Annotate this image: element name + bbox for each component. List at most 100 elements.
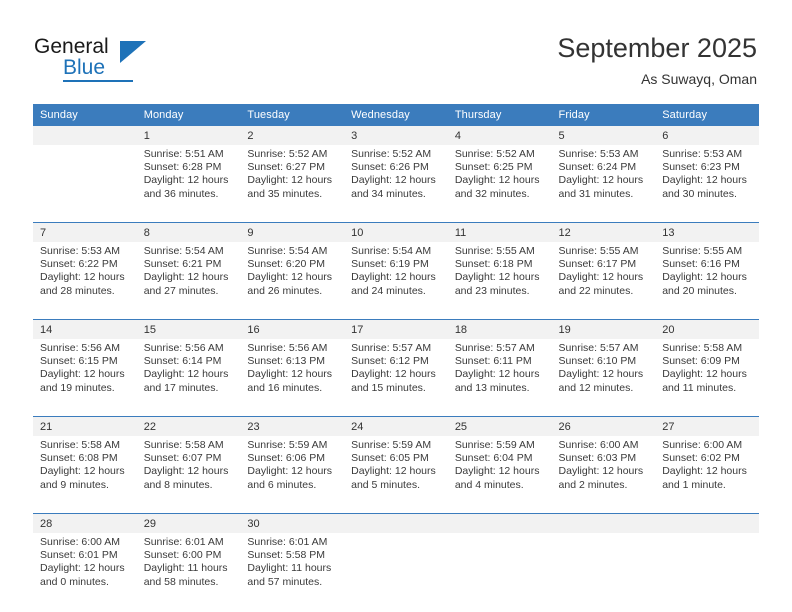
day-sunset-text: Sunset: 6:09 PM [662,355,740,368]
day-daylight-text: and 31 minutes. [558,187,634,200]
day-cell[interactable]: Sunrise: 6:00 AM Sunset: 6:03 PM Daylight:… [551,436,656,514]
day-cell[interactable]: Sunrise: 6:00 AM Sunset: 6:01 PM Daylight:… [33,533,137,610]
day-number[interactable]: 24 [344,416,448,436]
day-cell[interactable]: Sunrise: 5:59 AM Sunset: 6:04 PM Daylight:… [447,436,552,514]
day-cell[interactable]: Sunrise: 5:58 AM Sunset: 6:08 PM Daylight:… [33,436,137,514]
day-cell[interactable]: Sunrise: 5:52 AM Sunset: 6:27 PM Daylight:… [240,145,345,223]
day-daylight-text: Daylight: 12 hours [454,271,540,284]
day-number[interactable]: 7 [33,222,137,242]
day-sunrise-text: Sunrise: 5:52 AM [247,148,328,160]
day-number[interactable]: 25 [447,416,552,436]
page-title: September 2025 [557,33,757,63]
weekday-header-tuesday: Tuesday [240,104,345,126]
day-cell-empty [33,145,137,223]
day-number[interactable]: 28 [33,513,137,533]
day-sunset-text: Sunset: 6:25 PM [454,161,533,174]
week-number-row: 28 29 30 [33,513,759,533]
day-number[interactable]: 14 [33,319,137,339]
day-number[interactable]: 6 [655,126,759,145]
day-cell[interactable]: Sunrise: 5:57 AM Sunset: 6:12 PM Daylight:… [344,339,448,417]
day-number[interactable]: 9 [240,222,345,242]
day-daylight-text: Daylight: 12 hours [247,368,333,381]
day-cell[interactable]: Sunrise: 6:01 AM Sunset: 6:00 PM Daylight:… [136,533,241,610]
day-sunrise-text: Sunrise: 6:01 AM [143,536,224,548]
day-number[interactable]: 22 [136,416,241,436]
day-cell[interactable]: Sunrise: 5:54 AM Sunset: 6:19 PM Daylight:… [344,242,448,320]
day-sunrise-text: Sunrise: 5:59 AM [351,439,432,451]
day-number[interactable]: 8 [136,222,241,242]
day-sunset-text: Sunset: 6:12 PM [351,355,429,368]
day-number[interactable]: 15 [136,319,241,339]
day-cell[interactable]: Sunrise: 5:53 AM Sunset: 6:23 PM Daylight:… [655,145,759,223]
day-cell[interactable]: Sunrise: 5:55 AM Sunset: 6:17 PM Daylight:… [551,242,656,320]
day-number-empty [551,513,656,533]
day-number[interactable]: 1 [136,126,241,145]
day-sunrise-text: Sunrise: 5:55 AM [454,245,535,257]
day-cell[interactable]: Sunrise: 5:59 AM Sunset: 6:06 PM Daylight:… [240,436,345,514]
general-blue-logo[interactable]: General Blue [34,35,164,85]
day-number[interactable]: 18 [447,319,552,339]
day-number[interactable]: 20 [655,319,759,339]
day-daylight-text: Daylight: 12 hours [558,465,644,478]
day-number[interactable]: 12 [551,222,656,242]
day-sunrise-text: Sunrise: 5:51 AM [143,148,224,160]
day-cell[interactable]: Sunrise: 5:59 AM Sunset: 6:05 PM Daylight:… [344,436,448,514]
day-sunrise-text: Sunrise: 5:58 AM [662,342,743,354]
day-cell[interactable]: Sunrise: 5:53 AM Sunset: 6:22 PM Daylight:… [33,242,137,320]
day-number[interactable]: 10 [344,222,448,242]
day-cell[interactable]: Sunrise: 5:55 AM Sunset: 6:16 PM Daylight:… [655,242,759,320]
day-daylight-text: and 16 minutes. [247,381,323,394]
day-number[interactable]: 30 [240,513,345,533]
week-detail-row: Sunrise: 5:56 AM Sunset: 6:15 PM Daylight:… [33,339,759,417]
day-sunrise-text: Sunrise: 5:54 AM [143,245,224,257]
day-sunrise-text: Sunrise: 5:55 AM [662,245,743,257]
day-daylight-text: Daylight: 12 hours [662,465,747,478]
day-number[interactable]: 5 [551,126,656,145]
day-cell[interactable]: Sunrise: 5:53 AM Sunset: 6:24 PM Daylight:… [551,145,656,223]
calendar-page: General Blue September 2025 As Suwayq, O… [0,0,792,612]
day-sunset-text: Sunset: 6:15 PM [40,355,118,368]
day-cell[interactable]: Sunrise: 5:58 AM Sunset: 6:07 PM Daylight:… [136,436,241,514]
day-cell[interactable]: Sunrise: 5:52 AM Sunset: 6:26 PM Daylight:… [344,145,448,223]
day-daylight-text: Daylight: 12 hours [662,174,747,187]
day-number[interactable]: 16 [240,319,345,339]
day-daylight-text: Daylight: 12 hours [351,368,436,381]
day-number[interactable]: 29 [136,513,241,533]
day-cell[interactable]: Sunrise: 5:57 AM Sunset: 6:11 PM Daylight:… [447,339,552,417]
day-cell[interactable]: Sunrise: 5:58 AM Sunset: 6:09 PM Daylight:… [655,339,759,417]
day-number[interactable]: 21 [33,416,137,436]
day-cell[interactable]: Sunrise: 5:56 AM Sunset: 6:15 PM Daylight:… [33,339,137,417]
day-cell[interactable]: Sunrise: 5:56 AM Sunset: 6:14 PM Daylight:… [136,339,241,417]
day-cell[interactable]: Sunrise: 6:01 AM Sunset: 5:58 PM Daylight:… [240,533,345,610]
day-sunrise-text: Sunrise: 5:58 AM [143,439,224,451]
week-number-row: 123456 [33,126,759,145]
day-cell[interactable]: Sunrise: 5:54 AM Sunset: 6:20 PM Daylight:… [240,242,345,320]
day-cell[interactable]: Sunrise: 5:52 AM Sunset: 6:25 PM Daylight:… [447,145,552,223]
day-cell[interactable]: Sunrise: 5:54 AM Sunset: 6:21 PM Daylight:… [136,242,241,320]
day-sunrise-text: Sunrise: 6:00 AM [558,439,639,451]
day-cell[interactable]: Sunrise: 5:57 AM Sunset: 6:10 PM Daylight:… [551,339,656,417]
day-cell[interactable]: Sunrise: 5:55 AM Sunset: 6:18 PM Daylight:… [447,242,552,320]
day-daylight-text: and 13 minutes. [454,381,530,394]
day-sunset-text: Sunset: 6:26 PM [351,161,429,174]
day-number[interactable]: 19 [551,319,656,339]
day-cell[interactable]: Sunrise: 6:00 AM Sunset: 6:02 PM Daylight:… [655,436,759,514]
day-number[interactable]: 4 [447,126,552,145]
day-cell-empty [551,533,656,610]
day-number[interactable]: 11 [447,222,552,242]
day-sunset-text: Sunset: 6:19 PM [351,258,429,271]
day-number[interactable]: 26 [551,416,656,436]
day-cell[interactable]: Sunrise: 5:56 AM Sunset: 6:13 PM Daylight:… [240,339,345,417]
day-daylight-text: and 8 minutes. [143,478,213,491]
day-cell[interactable]: Sunrise: 5:51 AM Sunset: 6:28 PM Daylight:… [136,145,241,223]
day-number[interactable]: 3 [344,126,448,145]
day-number[interactable]: 13 [655,222,759,242]
week-detail-row: Sunrise: 5:53 AM Sunset: 6:22 PM Daylight:… [33,242,759,320]
day-number[interactable]: 2 [240,126,345,145]
day-sunrise-text: Sunrise: 6:00 AM [662,439,743,451]
day-number[interactable]: 17 [344,319,448,339]
day-number[interactable]: 23 [240,416,345,436]
day-sunrise-text: Sunrise: 5:57 AM [351,342,432,354]
day-daylight-text: Daylight: 12 hours [558,174,644,187]
day-number[interactable]: 27 [655,416,759,436]
